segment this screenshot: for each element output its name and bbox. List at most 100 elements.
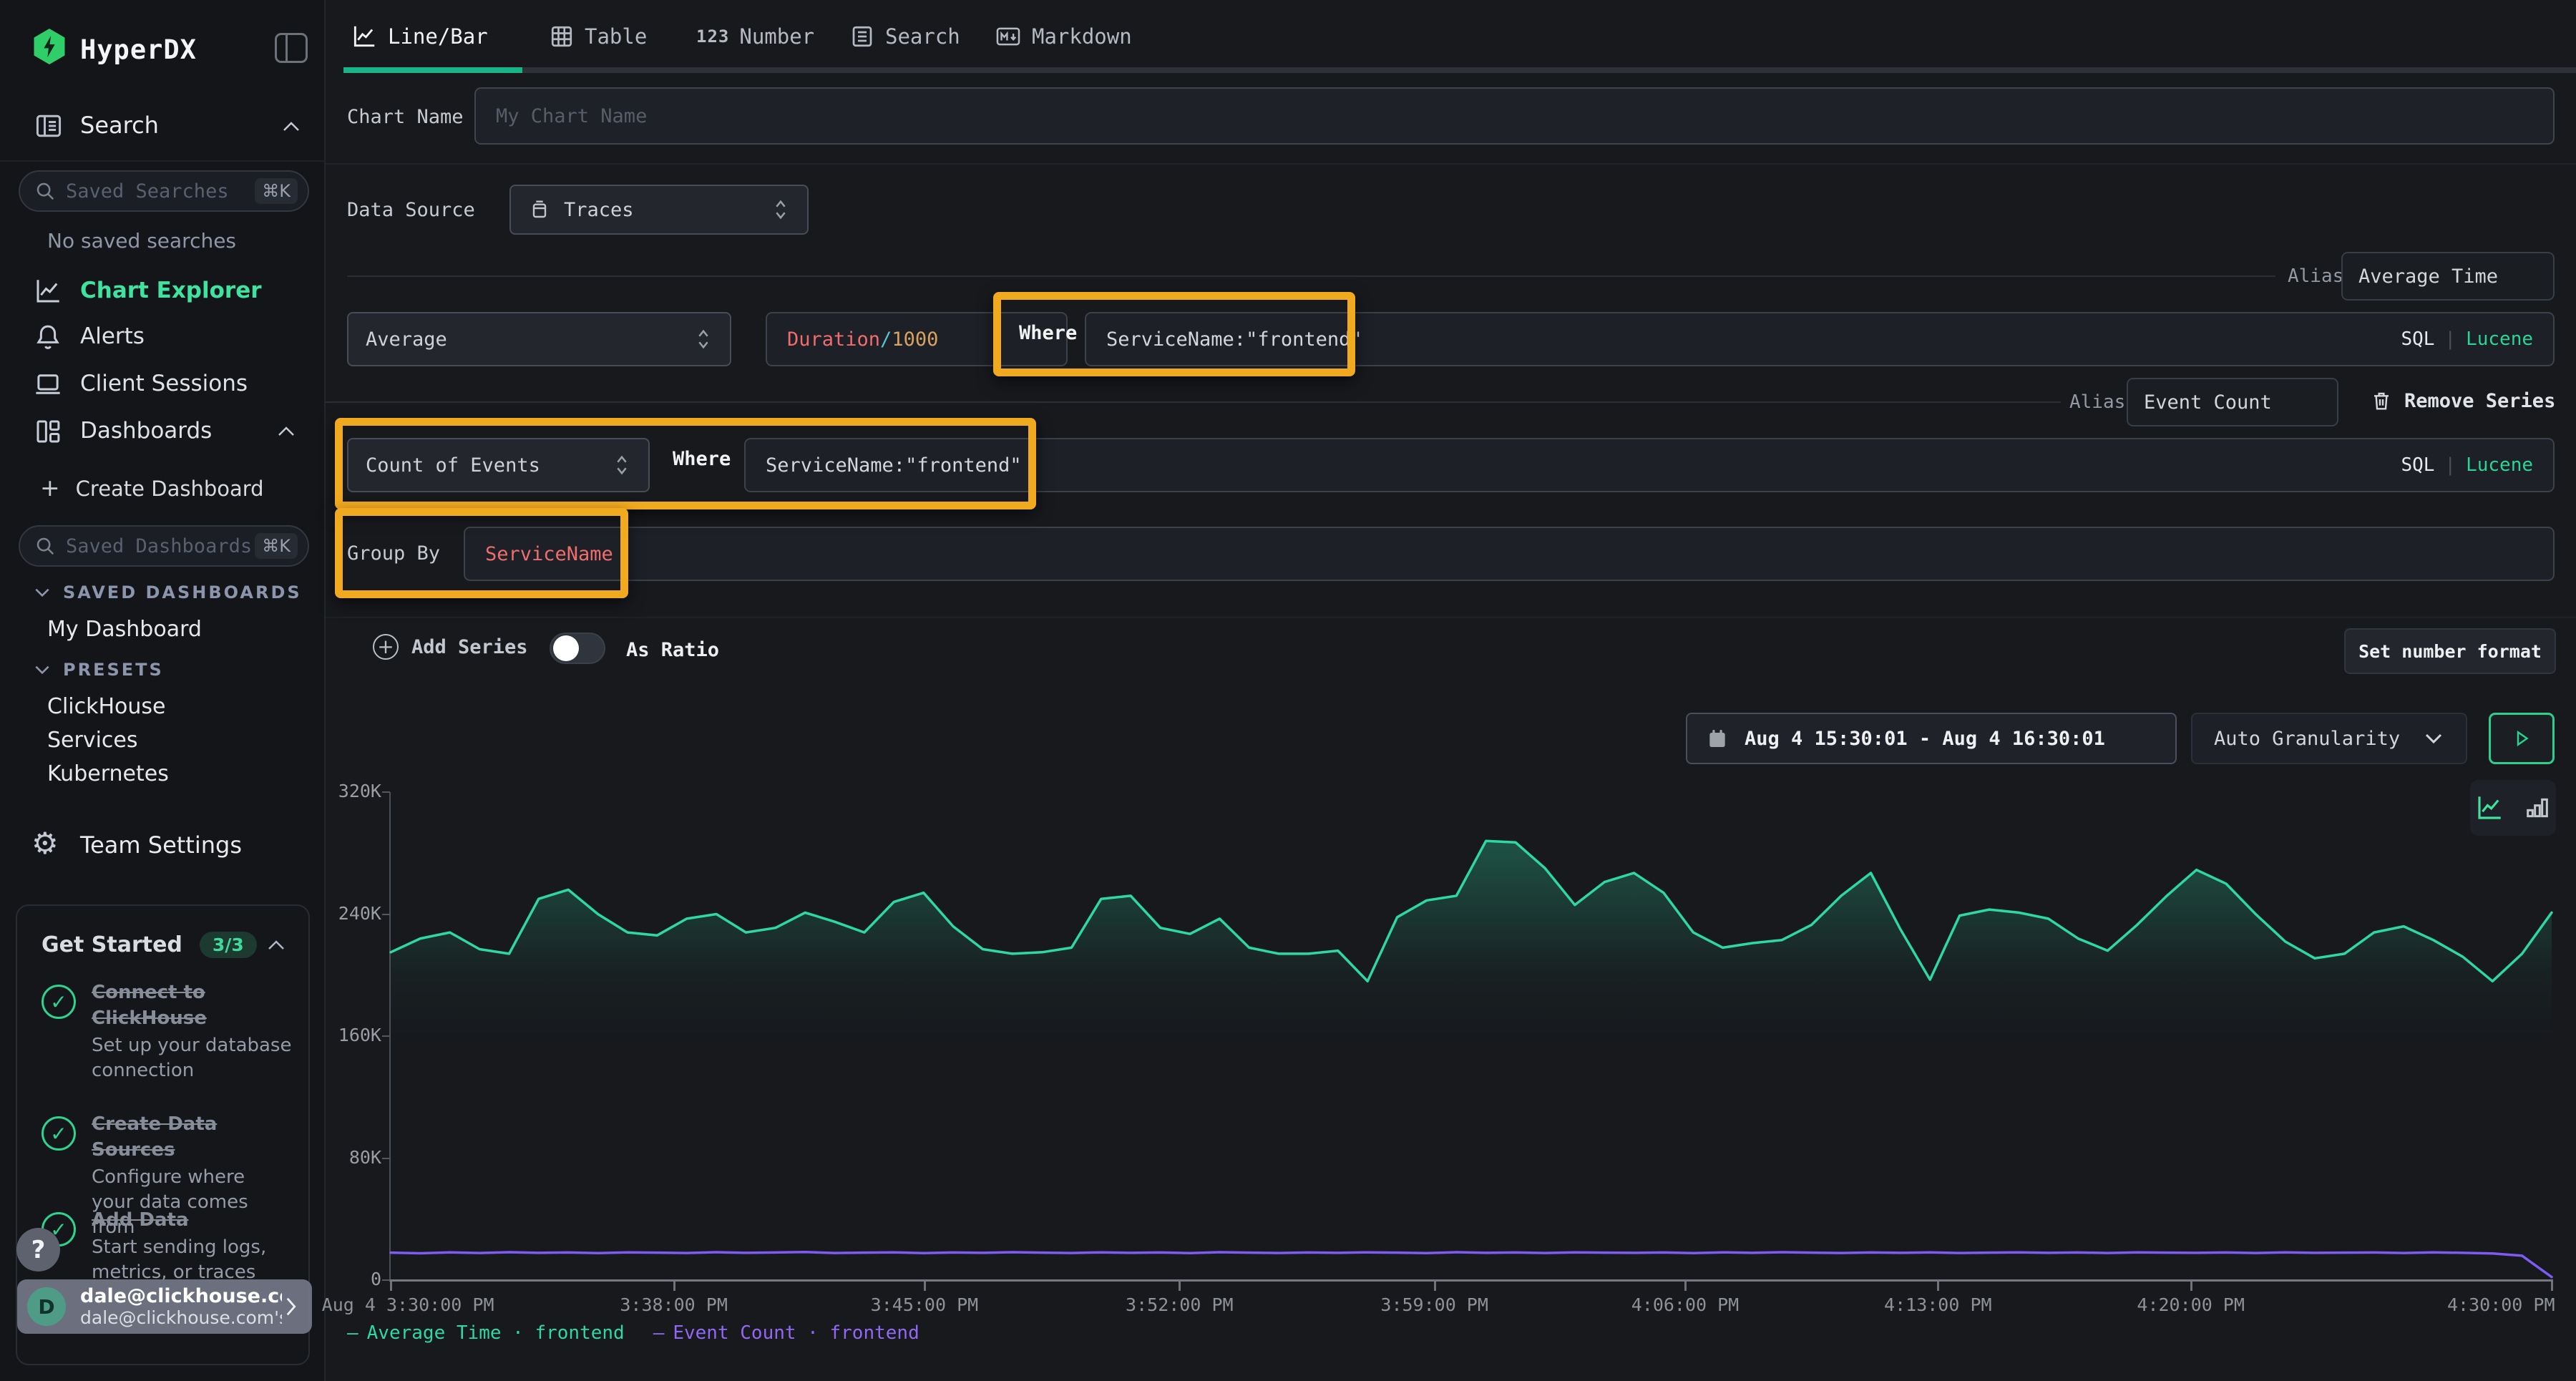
check-circle-icon: ✓ [42,985,76,1019]
alias-input-series-1[interactable]: Average Time [2341,252,2555,301]
chart-name-input[interactable]: My Chart Name [474,87,2555,145]
tab-markdown[interactable]: Markdown [995,20,1132,53]
sidebar-collapse-icon[interactable] [275,33,308,63]
group-by-input[interactable]: ServiceName [464,527,2555,581]
divider [326,401,2061,403]
get-started-item[interactable]: ✓ Connect to ClickHouseSet up your datab… [42,980,292,1083]
timeseries-chart[interactable] [391,792,2552,1280]
get-started-item-title: Create Data Sources [92,1112,292,1163]
y-tick-label: 320K [326,781,381,801]
sidebar-item-label: Dashboards [80,418,212,444]
x-tick-mark [2551,1282,2553,1291]
sql-option[interactable]: SQL [2401,328,2434,350]
divider [326,163,2576,165]
get-started-title: Get Started [42,932,182,957]
where-label: Where [1019,322,1077,344]
get-started-header[interactable]: Get Started 3/3 [42,932,287,958]
tab-number[interactable]: 123 Number [696,20,814,53]
sidebar-item-team-settings[interactable]: ⚙ Team Settings [0,824,326,867]
date-range-value: Aug 4 15:30:01 - Aug 4 16:30:01 [1745,728,2105,750]
divider [0,160,326,162]
x-tick-label: 3:45:00 PM [871,1294,979,1315]
date-range-input[interactable]: Aug 4 15:30:01 - Aug 4 16:30:01 [1686,713,2177,764]
y-tick-mark [382,1035,390,1037]
search-section-icon [33,110,64,142]
chevron-down-icon [33,663,52,676]
y-tick-mark [382,1279,390,1281]
x-tick-mark [673,1282,675,1291]
updown-chevron-icon [694,327,713,351]
dashboard-link-my-dashboard[interactable]: My Dashboard [47,617,202,642]
tab-label: Number [739,24,814,49]
get-started-item-title: Connect to ClickHouse [92,980,292,1032]
x-tick-label: 3:52:00 PM [1126,1294,1234,1315]
x-tick-label: 4:20:00 PM [2137,1294,2245,1315]
x-tick-mark [2190,1282,2192,1291]
sidebar-item-label: Client Sessions [80,371,248,396]
expression-operator: / [880,328,892,351]
sidebar-item-client-sessions[interactable]: Client Sessions [0,363,326,404]
alias-value: Event Count [2144,391,2272,414]
set-number-format-button[interactable]: Set number format [2344,628,2556,674]
user-subtitle: dale@clickhouse.com's [80,1307,282,1328]
create-dashboard-button[interactable]: +Create Dashboard [40,474,264,505]
granularity-select[interactable]: Auto Granularity [2191,713,2467,764]
sidebar-item-dashboards[interactable]: Dashboards [0,411,326,451]
tabbar-baseline [343,67,2576,73]
sql-option[interactable]: SQL [2401,454,2434,476]
legend-dash-icon: — [347,1322,358,1344]
updown-chevron-icon [613,453,631,477]
where-input-series-1[interactable]: ServiceName:"frontend" SQL|Lucene [1085,312,2555,366]
sidebar-section-search[interactable]: Search [0,109,326,146]
plus-icon: + [40,474,60,502]
data-source-select[interactable]: Traces [509,185,809,235]
preset-link-services[interactable]: Services [47,728,138,753]
sidebar: HyperDX Search Saved Searches ⌘K No save… [0,0,326,1381]
chevron-right-icon [282,1294,299,1319]
get-started-item[interactable]: ✓ Add DataStart sending logs, metrics, o… [42,1208,292,1285]
y-tick-mark [382,791,390,793]
preset-link-kubernetes[interactable]: Kubernetes [47,761,169,786]
alias-input-series-2[interactable]: Event Count [2127,378,2338,426]
preset-link-clickhouse[interactable]: ClickHouse [47,694,166,719]
hyperdx-logo-icon [31,29,67,64]
where-input-series-2[interactable]: ServiceName:"frontend" SQL|Lucene [744,438,2555,492]
legend-item-event-count[interactable]: — Event Count · frontend [653,1322,919,1344]
legend-dash-icon: — [653,1322,665,1344]
search-icon [34,535,56,557]
get-started-item-desc: Set up your database connection [92,1033,292,1083]
group-by-value: ServiceName [485,543,613,565]
sidebar-item-chart-explorer[interactable]: Chart Explorer [0,270,326,311]
expression-field: Duration [787,328,880,351]
as-ratio-label: As Ratio [626,639,719,661]
alias-value: Average Time [2358,265,2498,288]
saved-searches-input[interactable]: Saved Searches ⌘K [19,170,309,212]
help-button[interactable]: ? [16,1228,60,1272]
user-card[interactable]: D dale@clickhouse.com dale@clickhouse.co… [17,1279,312,1334]
section-saved-dashboards[interactable]: SAVED DASHBOARDS [33,582,302,602]
remove-series-button[interactable]: Remove Series [2370,389,2555,412]
saved-dashboards-input[interactable]: Saved Dashboards ⌘K [19,525,309,567]
language-switch[interactable]: SQL|Lucene [2401,454,2533,476]
run-query-button[interactable] [2489,713,2555,764]
tab-table[interactable]: Table [549,20,647,53]
bolt-icon [42,36,57,57]
lucene-option[interactable]: Lucene [2466,454,2533,476]
as-ratio-toggle[interactable] [550,633,605,664]
sidebar-item-alerts[interactable]: Alerts [0,316,326,356]
section-header-label: SAVED DASHBOARDS [63,582,302,602]
shortcut-badge: ⌘K [255,178,298,204]
laptop-icon [33,369,63,399]
y-tick-label: 160K [326,1025,381,1045]
section-presets[interactable]: PRESETS [33,660,164,680]
language-switch[interactable]: SQL|Lucene [2401,328,2533,350]
legend-item-average-time[interactable]: — Average Time · frontend [347,1322,625,1344]
y-tick-mark [382,914,390,915]
divider [326,617,2576,618]
lucene-option[interactable]: Lucene [2466,328,2533,350]
tab-search[interactable]: Search [849,20,960,53]
number-123-icon: 123 [696,26,729,47]
chevron-up-icon [265,937,287,953]
series-area-fill [391,841,2552,1280]
legend-label: Event Count · frontend [673,1322,919,1344]
